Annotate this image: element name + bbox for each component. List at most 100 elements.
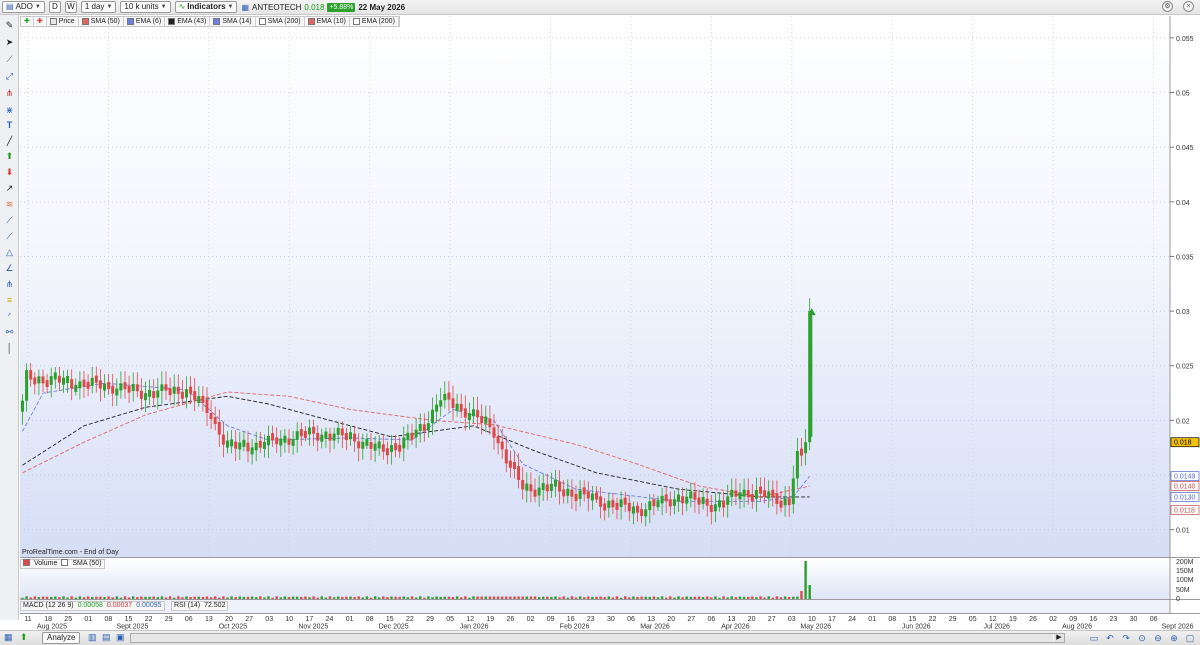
scroll-right-icon[interactable]: ▶ bbox=[1054, 634, 1064, 642]
x-day-label: 15 bbox=[909, 616, 917, 623]
volume-swatch bbox=[21, 559, 32, 569]
zoom-reset-icon[interactable]: ⊙ bbox=[1136, 632, 1148, 644]
volume-bar bbox=[353, 597, 356, 599]
candle-body bbox=[595, 492, 598, 500]
candle-body bbox=[476, 409, 480, 418]
volume-bar bbox=[435, 596, 438, 599]
x-day-label: 02 bbox=[527, 616, 535, 623]
legend-label: Price bbox=[58, 18, 75, 25]
analysis-icon[interactable]: ⬆ bbox=[20, 632, 28, 643]
volume-bar bbox=[394, 596, 397, 599]
price-tag-label: 0.0149 bbox=[1174, 474, 1196, 481]
volume-bar bbox=[537, 596, 541, 599]
legend-label: SMA (14) bbox=[222, 18, 252, 25]
redo-icon[interactable]: ↷ bbox=[1120, 632, 1132, 644]
candle-body bbox=[86, 381, 90, 389]
volume-bar bbox=[136, 597, 139, 599]
candle-body bbox=[279, 438, 283, 446]
candle-body bbox=[738, 492, 742, 500]
candle-body bbox=[734, 490, 738, 497]
candle-body bbox=[246, 442, 250, 452]
volume-bar bbox=[693, 596, 697, 599]
grid-icon[interactable]: ▥ bbox=[88, 632, 97, 643]
calendar-icon[interactable]: ▤ bbox=[102, 632, 111, 643]
volume-bar bbox=[447, 596, 451, 599]
screen-icon[interactable]: ▢ bbox=[1184, 632, 1196, 644]
legend-item[interactable]: Price bbox=[47, 17, 79, 26]
volume-bar bbox=[86, 596, 90, 599]
x-day-label: 19 bbox=[1009, 616, 1017, 623]
legend-item[interactable]: EMA (43) bbox=[165, 17, 211, 26]
candle-body bbox=[627, 502, 631, 512]
candle-body bbox=[644, 509, 648, 517]
legend-item[interactable]: EMA (6) bbox=[124, 17, 166, 26]
panel-icon[interactable]: ▣ bbox=[116, 632, 125, 643]
legend-item[interactable]: SMA (14) bbox=[210, 17, 256, 26]
x-day-label: 29 bbox=[426, 616, 434, 623]
price-tag-label: 0.0130 bbox=[1174, 494, 1196, 501]
candle-body bbox=[713, 504, 717, 512]
legend-item[interactable]: EMA (200) bbox=[350, 17, 399, 26]
volume-bar bbox=[291, 596, 295, 599]
volume-bar bbox=[509, 596, 512, 599]
candle-body bbox=[365, 438, 369, 446]
candle-body bbox=[291, 438, 295, 446]
legend-item[interactable]: EMA (10) bbox=[305, 17, 350, 26]
candle-body bbox=[517, 466, 521, 481]
y-tick-label: 0.02 bbox=[1176, 418, 1190, 425]
candle-body bbox=[804, 442, 808, 454]
x-day-label: 09 bbox=[547, 616, 555, 623]
candle-body bbox=[271, 433, 275, 441]
fit-icon[interactable]: ▭ bbox=[1088, 632, 1100, 644]
candle-body bbox=[410, 432, 414, 440]
candle-body bbox=[394, 443, 398, 451]
layout-icon[interactable]: ▦ bbox=[4, 632, 13, 643]
x-day-label: 30 bbox=[607, 616, 615, 623]
volume-bar bbox=[283, 596, 287, 599]
scrollbar-thumb[interactable] bbox=[131, 634, 1053, 642]
volume-bar bbox=[570, 596, 574, 599]
x-day-label: 08 bbox=[888, 616, 896, 623]
volume-bar bbox=[763, 597, 766, 599]
volume-bar bbox=[205, 596, 209, 599]
x-day-label: 22 bbox=[929, 616, 937, 623]
volume-bar bbox=[562, 596, 565, 599]
volume-bar bbox=[341, 596, 344, 599]
candle-body bbox=[504, 449, 508, 464]
time-scrollbar[interactable]: ▶ bbox=[130, 633, 1065, 643]
candle-body bbox=[226, 440, 229, 448]
candle-body bbox=[574, 493, 578, 501]
volume-bar bbox=[132, 596, 135, 599]
volume-bar bbox=[505, 596, 508, 599]
candle-body bbox=[681, 496, 685, 504]
candle-body bbox=[455, 403, 459, 411]
candle-body bbox=[549, 483, 553, 491]
legend-item[interactable]: SMA (50) bbox=[79, 17, 124, 26]
analyze-button[interactable]: Analyze bbox=[42, 632, 81, 644]
zoom-in-icon[interactable]: ⊕ bbox=[1168, 632, 1180, 644]
zoom-out-icon[interactable]: ⊖ bbox=[1152, 632, 1164, 644]
candle-body bbox=[234, 441, 238, 449]
candle-body bbox=[164, 384, 168, 391]
candle-body bbox=[390, 445, 393, 452]
x-day-label: 26 bbox=[507, 616, 515, 623]
price-chart[interactable]: 0.010.0150.020.0250.030.0350.040.0450.05… bbox=[0, 0, 1200, 630]
volume-bar bbox=[226, 597, 229, 599]
volume-bar bbox=[78, 596, 82, 599]
volume-bar bbox=[279, 597, 282, 599]
legend-swatch bbox=[352, 18, 360, 25]
candle-body bbox=[730, 489, 734, 497]
legend-toggle-red[interactable]: ✚ bbox=[34, 17, 47, 26]
candle-body bbox=[316, 432, 320, 441]
x-day-label: 26 bbox=[1029, 616, 1037, 623]
volume-bar bbox=[697, 596, 701, 599]
volume-bar bbox=[29, 597, 32, 599]
candle-body bbox=[459, 403, 463, 411]
legend-item[interactable]: SMA (200) bbox=[256, 17, 305, 26]
volume-bar bbox=[369, 597, 373, 599]
x-day-label: 10 bbox=[285, 616, 293, 623]
x-day-label: 13 bbox=[205, 616, 213, 623]
undo-icon[interactable]: ↶ bbox=[1104, 632, 1116, 644]
legend-toggle-green[interactable]: ✚ bbox=[21, 17, 34, 26]
candle-body bbox=[779, 500, 783, 508]
